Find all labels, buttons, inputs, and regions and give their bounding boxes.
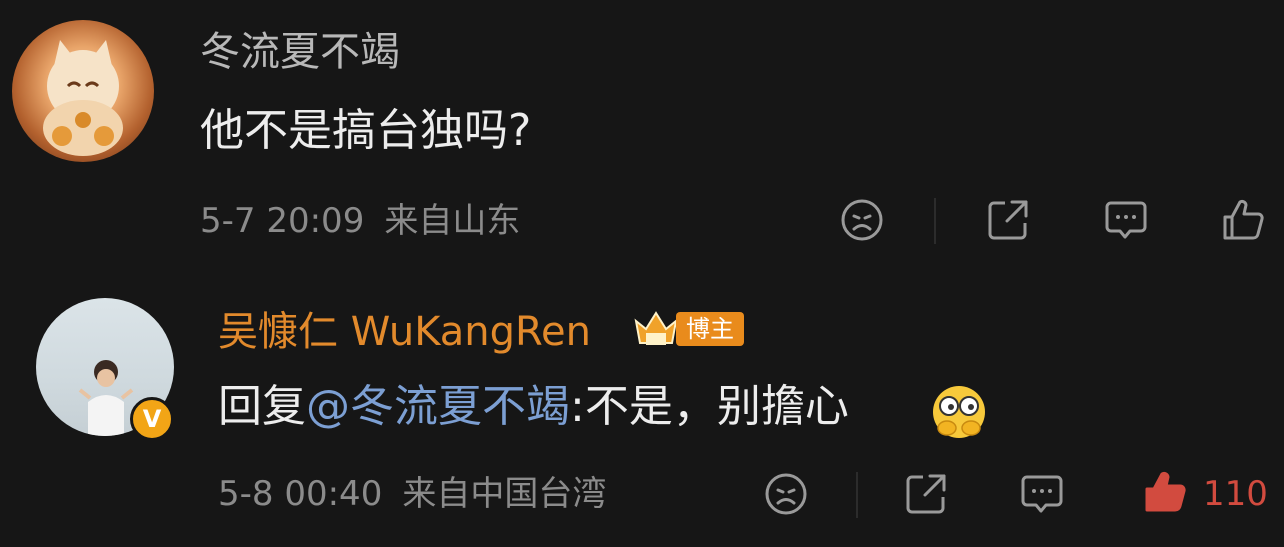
reply-meta: 5-8 00:40 来自中国台湾 xyxy=(218,474,606,514)
blogger-badge-label: 博主 xyxy=(676,312,744,346)
crown-icon xyxy=(634,311,678,345)
blogger-badge: 博主 xyxy=(632,307,744,351)
avatar[interactable] xyxy=(12,20,154,162)
action-divider xyxy=(856,472,858,518)
comment-date: 5-7 20:09 xyxy=(200,201,365,241)
action-divider xyxy=(934,198,936,244)
reply-date: 5-8 00:40 xyxy=(218,474,383,514)
cat-avatar-icon xyxy=(43,40,123,156)
share-icon[interactable] xyxy=(984,196,1032,244)
verified-badge: V xyxy=(130,397,174,441)
comment-icon[interactable] xyxy=(1102,196,1150,244)
reply-location: 来自中国台湾 xyxy=(402,474,607,514)
share-icon[interactable] xyxy=(902,470,950,518)
peeking-eyes-emoji-icon xyxy=(933,386,985,438)
like-icon[interactable] xyxy=(1220,196,1268,244)
comment-thread: 冬流夏不竭 他不是搞台独吗? 5-7 20:09 来自山东 V 吴慷仁 WuKa… xyxy=(0,0,1284,547)
comment-text: 他不是搞台独吗? xyxy=(200,105,532,156)
dislike-icon[interactable] xyxy=(838,196,886,244)
mention-link[interactable]: @冬流夏不竭 xyxy=(306,381,570,432)
dislike-icon[interactable] xyxy=(762,470,810,518)
comment-location: 来自山东 xyxy=(384,201,521,241)
like-icon[interactable] xyxy=(1142,468,1190,516)
blogger-name[interactable]: 吴慷仁 WuKangRen xyxy=(218,308,591,356)
comment-meta: 5-7 20:09 来自山东 xyxy=(200,201,520,241)
reply-body: :不是，别擔心 xyxy=(570,381,849,432)
like-count: 110 xyxy=(1203,474,1268,514)
reply-prefix: 回复 xyxy=(218,381,306,432)
comment-author[interactable]: 冬流夏不竭 xyxy=(200,28,400,76)
reply-text: 回复@冬流夏不竭:不是，别擔心 xyxy=(218,380,849,434)
comment-icon[interactable] xyxy=(1018,470,1066,518)
